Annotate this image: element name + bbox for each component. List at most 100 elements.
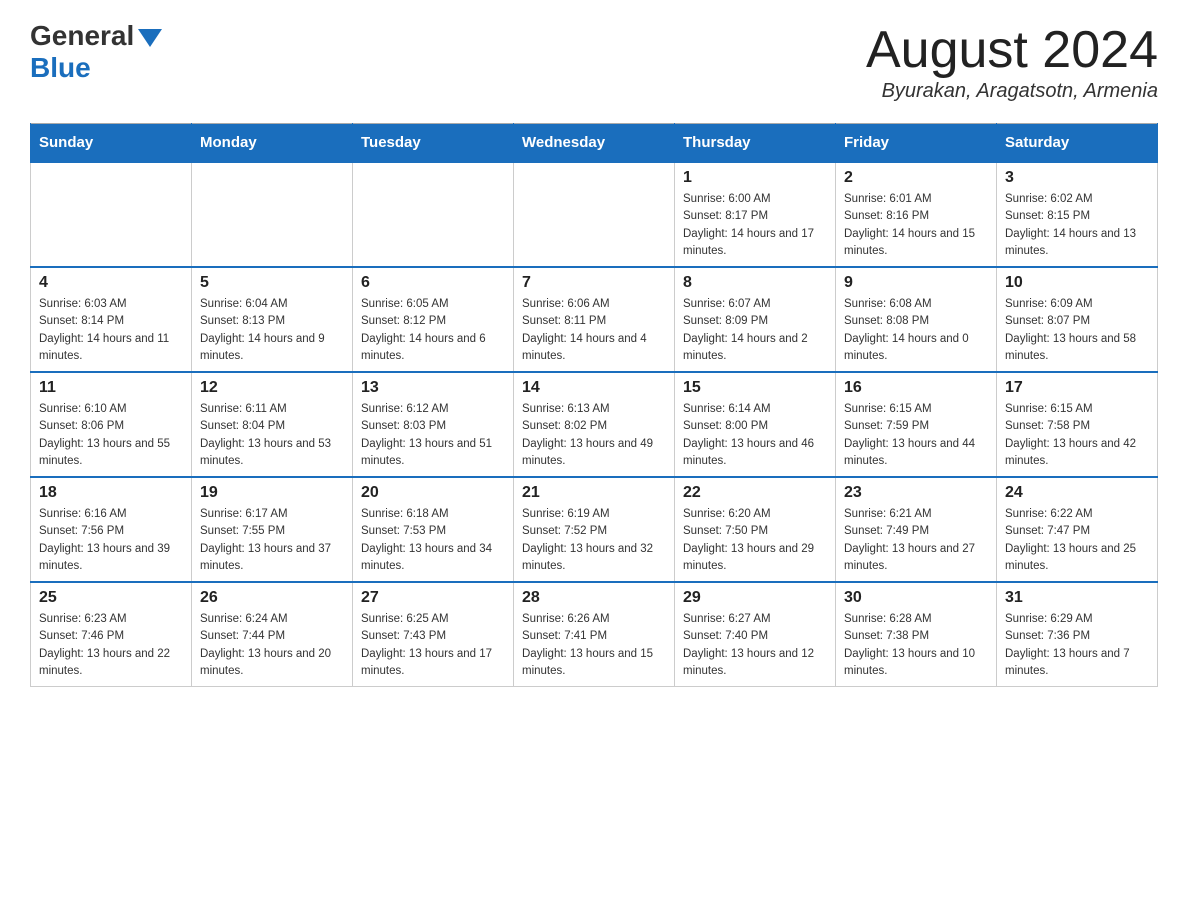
calendar-week-row: 18 Sunrise: 6:16 AM Sunset: 7:56 PM Dayli… xyxy=(31,477,1158,582)
day-number: 27 xyxy=(361,589,505,607)
table-row: 18 Sunrise: 6:16 AM Sunset: 7:56 PM Dayli… xyxy=(31,477,192,582)
title-area: August 2024 Byurakan, Aragatsotn, Armeni… xyxy=(866,20,1158,103)
day-info: Sunrise: 6:02 AM Sunset: 8:15 PM Dayligh… xyxy=(1005,191,1149,260)
day-info: Sunrise: 6:25 AM Sunset: 7:43 PM Dayligh… xyxy=(361,611,505,680)
table-row: 8 Sunrise: 6:07 AM Sunset: 8:09 PM Daylig… xyxy=(675,267,836,372)
weekday-header-thursday: Thursday xyxy=(675,124,836,163)
day-info: Sunrise: 6:26 AM Sunset: 7:41 PM Dayligh… xyxy=(522,611,666,680)
calendar-table: SundayMondayTuesdayWednesdayThursdayFrid… xyxy=(30,123,1158,687)
table-row: 29Sunrise: 6:27 AM Sunset: 7:40 PM Dayli… xyxy=(675,582,836,687)
day-info: Sunrise: 6:17 AM Sunset: 7:55 PM Dayligh… xyxy=(200,506,344,575)
table-row: 26 Sunrise: 6:24 AM Sunset: 7:44 PM Dayli… xyxy=(192,582,353,687)
table-row: 31 Sunrise: 6:29 AM Sunset: 7:36 PM Dayli… xyxy=(997,582,1158,687)
table-row: 14Sunrise: 6:13 AM Sunset: 8:02 PM Dayli… xyxy=(514,372,675,477)
day-number: 16 xyxy=(844,379,988,397)
day-number: 31 xyxy=(1005,589,1149,607)
weekday-header-monday: Monday xyxy=(192,124,353,163)
table-row: 21Sunrise: 6:19 AM Sunset: 7:52 PM Dayli… xyxy=(514,477,675,582)
day-info: Sunrise: 6:29 AM Sunset: 7:36 PM Dayligh… xyxy=(1005,611,1149,680)
table-row: 4 Sunrise: 6:03 AM Sunset: 8:14 PM Daylig… xyxy=(31,267,192,372)
day-info: Sunrise: 6:04 AM Sunset: 8:13 PM Dayligh… xyxy=(200,296,344,365)
day-info: Sunrise: 6:20 AM Sunset: 7:50 PM Dayligh… xyxy=(683,506,827,575)
day-number: 4 xyxy=(39,274,183,292)
day-info: Sunrise: 6:16 AM Sunset: 7:56 PM Dayligh… xyxy=(39,506,183,575)
day-number: 13 xyxy=(361,379,505,397)
day-info: Sunrise: 6:06 AM Sunset: 8:11 PM Dayligh… xyxy=(522,296,666,365)
table-row: 19 Sunrise: 6:17 AM Sunset: 7:55 PM Dayli… xyxy=(192,477,353,582)
month-title: August 2024 xyxy=(866,20,1158,80)
day-number: 8 xyxy=(683,274,827,292)
calendar-week-row: 11 Sunrise: 6:10 AM Sunset: 8:06 PM Dayli… xyxy=(31,372,1158,477)
table-row: 2 Sunrise: 6:01 AM Sunset: 8:16 PM Daylig… xyxy=(836,162,997,267)
day-info: Sunrise: 6:15 AM Sunset: 7:59 PM Dayligh… xyxy=(844,401,988,470)
day-info: Sunrise: 6:03 AM Sunset: 8:14 PM Dayligh… xyxy=(39,296,183,365)
day-info: Sunrise: 6:13 AM Sunset: 8:02 PM Dayligh… xyxy=(522,401,666,470)
day-number: 25 xyxy=(39,589,183,607)
calendar-week-row: 1Sunrise: 6:00 AM Sunset: 8:17 PM Daylig… xyxy=(31,162,1158,267)
day-info: Sunrise: 6:09 AM Sunset: 8:07 PM Dayligh… xyxy=(1005,296,1149,365)
table-row: 9Sunrise: 6:08 AM Sunset: 8:08 PM Daylig… xyxy=(836,267,997,372)
table-row: 11 Sunrise: 6:10 AM Sunset: 8:06 PM Dayli… xyxy=(31,372,192,477)
weekday-header-friday: Friday xyxy=(836,124,997,163)
page-header: General Blue August 2024 Byurakan, Araga… xyxy=(30,20,1158,103)
day-info: Sunrise: 6:01 AM Sunset: 8:16 PM Dayligh… xyxy=(844,191,988,260)
table-row: 24 Sunrise: 6:22 AM Sunset: 7:47 PM Dayli… xyxy=(997,477,1158,582)
table-row: 30 Sunrise: 6:28 AM Sunset: 7:38 PM Dayli… xyxy=(836,582,997,687)
table-row: 5 Sunrise: 6:04 AM Sunset: 8:13 PM Daylig… xyxy=(192,267,353,372)
table-row: 3 Sunrise: 6:02 AM Sunset: 8:15 PM Daylig… xyxy=(997,162,1158,267)
day-info: Sunrise: 6:08 AM Sunset: 8:08 PM Dayligh… xyxy=(844,296,988,365)
weekday-header-saturday: Saturday xyxy=(997,124,1158,163)
day-number: 10 xyxy=(1005,274,1149,292)
table-row: 22Sunrise: 6:20 AM Sunset: 7:50 PM Dayli… xyxy=(675,477,836,582)
day-number: 5 xyxy=(200,274,344,292)
day-info: Sunrise: 6:28 AM Sunset: 7:38 PM Dayligh… xyxy=(844,611,988,680)
calendar-week-row: 4 Sunrise: 6:03 AM Sunset: 8:14 PM Daylig… xyxy=(31,267,1158,372)
day-number: 6 xyxy=(361,274,505,292)
logo-general-text: General xyxy=(30,20,162,52)
logo-arrow-icon xyxy=(138,29,162,47)
weekday-header-tuesday: Tuesday xyxy=(353,124,514,163)
table-row xyxy=(192,162,353,267)
day-info: Sunrise: 6:05 AM Sunset: 8:12 PM Dayligh… xyxy=(361,296,505,365)
calendar-week-row: 25 Sunrise: 6:23 AM Sunset: 7:46 PM Dayli… xyxy=(31,582,1158,687)
day-number: 3 xyxy=(1005,169,1149,187)
day-number: 28 xyxy=(522,589,666,607)
day-number: 15 xyxy=(683,379,827,397)
day-info: Sunrise: 6:18 AM Sunset: 7:53 PM Dayligh… xyxy=(361,506,505,575)
day-info: Sunrise: 6:22 AM Sunset: 7:47 PM Dayligh… xyxy=(1005,506,1149,575)
day-number: 1 xyxy=(683,169,827,187)
day-number: 7 xyxy=(522,274,666,292)
day-number: 17 xyxy=(1005,379,1149,397)
table-row: 6 Sunrise: 6:05 AM Sunset: 8:12 PM Daylig… xyxy=(353,267,514,372)
logo-blue-text: Blue xyxy=(30,52,91,84)
table-row xyxy=(31,162,192,267)
day-number: 19 xyxy=(200,484,344,502)
day-number: 20 xyxy=(361,484,505,502)
day-number: 11 xyxy=(39,379,183,397)
table-row: 10 Sunrise: 6:09 AM Sunset: 8:07 PM Dayli… xyxy=(997,267,1158,372)
day-info: Sunrise: 6:23 AM Sunset: 7:46 PM Dayligh… xyxy=(39,611,183,680)
day-info: Sunrise: 6:21 AM Sunset: 7:49 PM Dayligh… xyxy=(844,506,988,575)
day-number: 18 xyxy=(39,484,183,502)
day-number: 29 xyxy=(683,589,827,607)
table-row: 1Sunrise: 6:00 AM Sunset: 8:17 PM Daylig… xyxy=(675,162,836,267)
table-row: 23 Sunrise: 6:21 AM Sunset: 7:49 PM Dayli… xyxy=(836,477,997,582)
day-number: 24 xyxy=(1005,484,1149,502)
day-info: Sunrise: 6:24 AM Sunset: 7:44 PM Dayligh… xyxy=(200,611,344,680)
day-number: 23 xyxy=(844,484,988,502)
table-row: 20 Sunrise: 6:18 AM Sunset: 7:53 PM Dayli… xyxy=(353,477,514,582)
day-number: 26 xyxy=(200,589,344,607)
logo: General Blue xyxy=(30,20,162,84)
table-row: 12Sunrise: 6:11 AM Sunset: 8:04 PM Dayli… xyxy=(192,372,353,477)
weekday-header-row: SundayMondayTuesdayWednesdayThursdayFrid… xyxy=(31,124,1158,163)
day-info: Sunrise: 6:07 AM Sunset: 8:09 PM Dayligh… xyxy=(683,296,827,365)
table-row xyxy=(514,162,675,267)
day-info: Sunrise: 6:15 AM Sunset: 7:58 PM Dayligh… xyxy=(1005,401,1149,470)
weekday-header-sunday: Sunday xyxy=(31,124,192,163)
day-info: Sunrise: 6:19 AM Sunset: 7:52 PM Dayligh… xyxy=(522,506,666,575)
day-info: Sunrise: 6:11 AM Sunset: 8:04 PM Dayligh… xyxy=(200,401,344,470)
day-number: 2 xyxy=(844,169,988,187)
day-number: 30 xyxy=(844,589,988,607)
table-row: 17 Sunrise: 6:15 AM Sunset: 7:58 PM Dayli… xyxy=(997,372,1158,477)
day-info: Sunrise: 6:10 AM Sunset: 8:06 PM Dayligh… xyxy=(39,401,183,470)
